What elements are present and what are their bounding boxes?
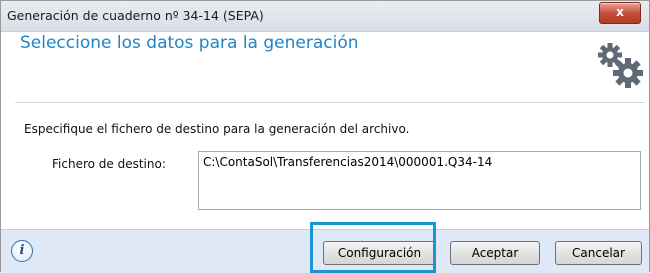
instruction-text: Especifique el fichero de destino para l…: [24, 122, 410, 136]
dialog-window: Generación de cuaderno nº 34-14 (SEPA) x…: [0, 0, 650, 273]
info-icon[interactable]: i: [11, 240, 33, 262]
page-heading: Seleccione los datos para la generación: [20, 33, 359, 53]
title-bar[interactable]: Generación de cuaderno nº 34-14 (SEPA) x: [1, 1, 649, 32]
cancel-button[interactable]: Cancelar: [555, 241, 642, 265]
configuration-button[interactable]: Configuración: [323, 241, 436, 265]
footer-bar: i Configuración Aceptar Cancelar: [1, 229, 649, 273]
destination-file-field[interactable]: [198, 151, 641, 210]
accept-button[interactable]: Aceptar: [450, 241, 540, 265]
gears-icon: [598, 43, 643, 88]
header-divider: [15, 102, 645, 103]
close-icon: x: [616, 5, 624, 19]
destination-file-label: Fichero de destino:: [52, 157, 166, 171]
close-button[interactable]: x: [599, 2, 641, 24]
window-title: Generación de cuaderno nº 34-14 (SEPA): [7, 8, 264, 23]
